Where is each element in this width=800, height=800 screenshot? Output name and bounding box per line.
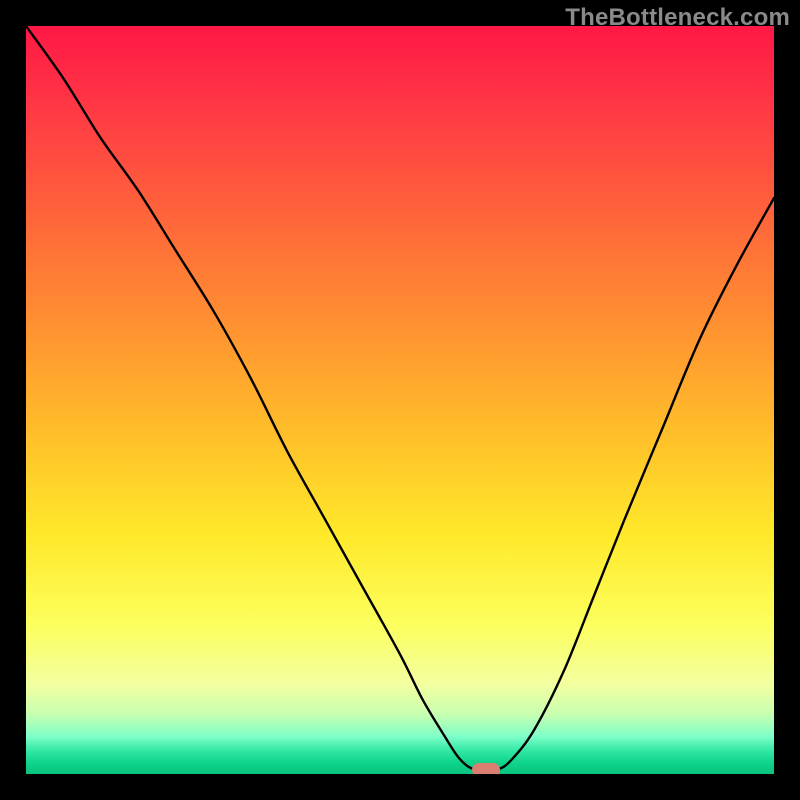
bottleneck-curve [26,26,774,774]
watermark-text: TheBottleneck.com [565,4,790,32]
chart-frame: TheBottleneck.com [0,0,800,800]
plot-area [26,26,774,774]
minimum-marker [472,763,500,774]
